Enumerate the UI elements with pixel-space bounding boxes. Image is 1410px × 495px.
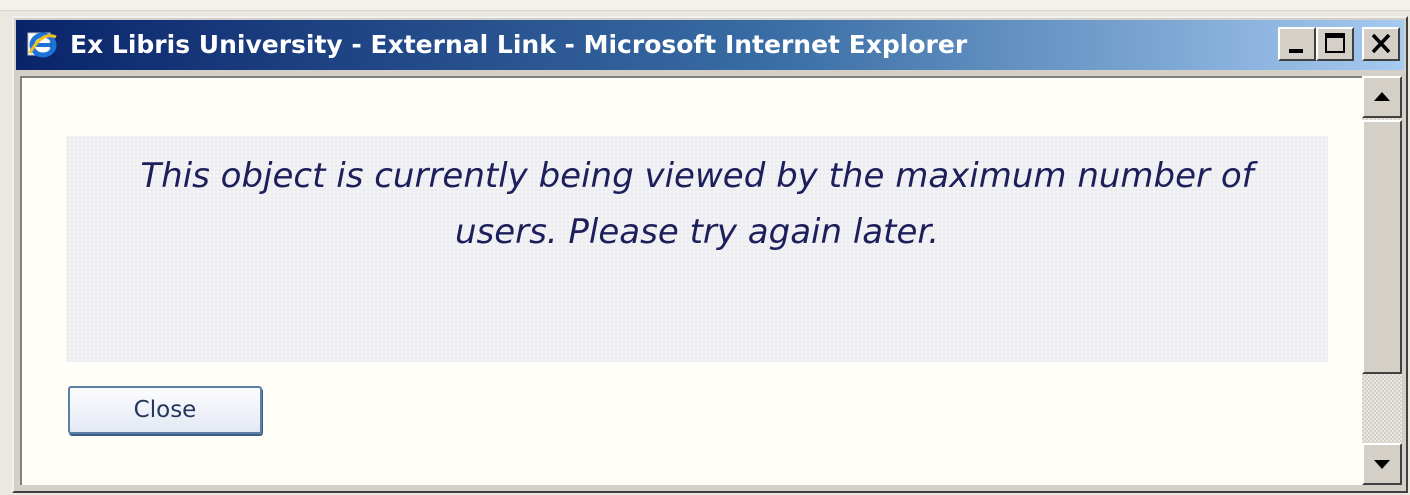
background-desktop: [0, 0, 1410, 11]
scroll-down-button[interactable]: [1362, 443, 1402, 485]
scrollbar-thumb[interactable]: [1362, 120, 1402, 374]
message-text: This object is currently being viewed by…: [140, 156, 1254, 252]
window-title: Ex Libris University - External Link - M…: [70, 30, 968, 59]
message-panel: This object is currently being viewed by…: [66, 136, 1328, 362]
scroll-up-button[interactable]: [1362, 76, 1402, 118]
close-window-button[interactable]: [1362, 27, 1400, 61]
browser-window: Ex Libris University - External Link - M…: [12, 16, 1408, 493]
page-content: This object is currently being viewed by…: [20, 76, 1362, 485]
title-bar[interactable]: Ex Libris University - External Link - M…: [16, 20, 1404, 70]
close-button[interactable]: Close: [68, 386, 262, 434]
internet-explorer-icon: [26, 29, 58, 61]
minimize-button[interactable]: [1278, 27, 1316, 61]
vertical-scrollbar[interactable]: [1362, 76, 1402, 485]
maximize-button[interactable]: [1316, 27, 1354, 61]
